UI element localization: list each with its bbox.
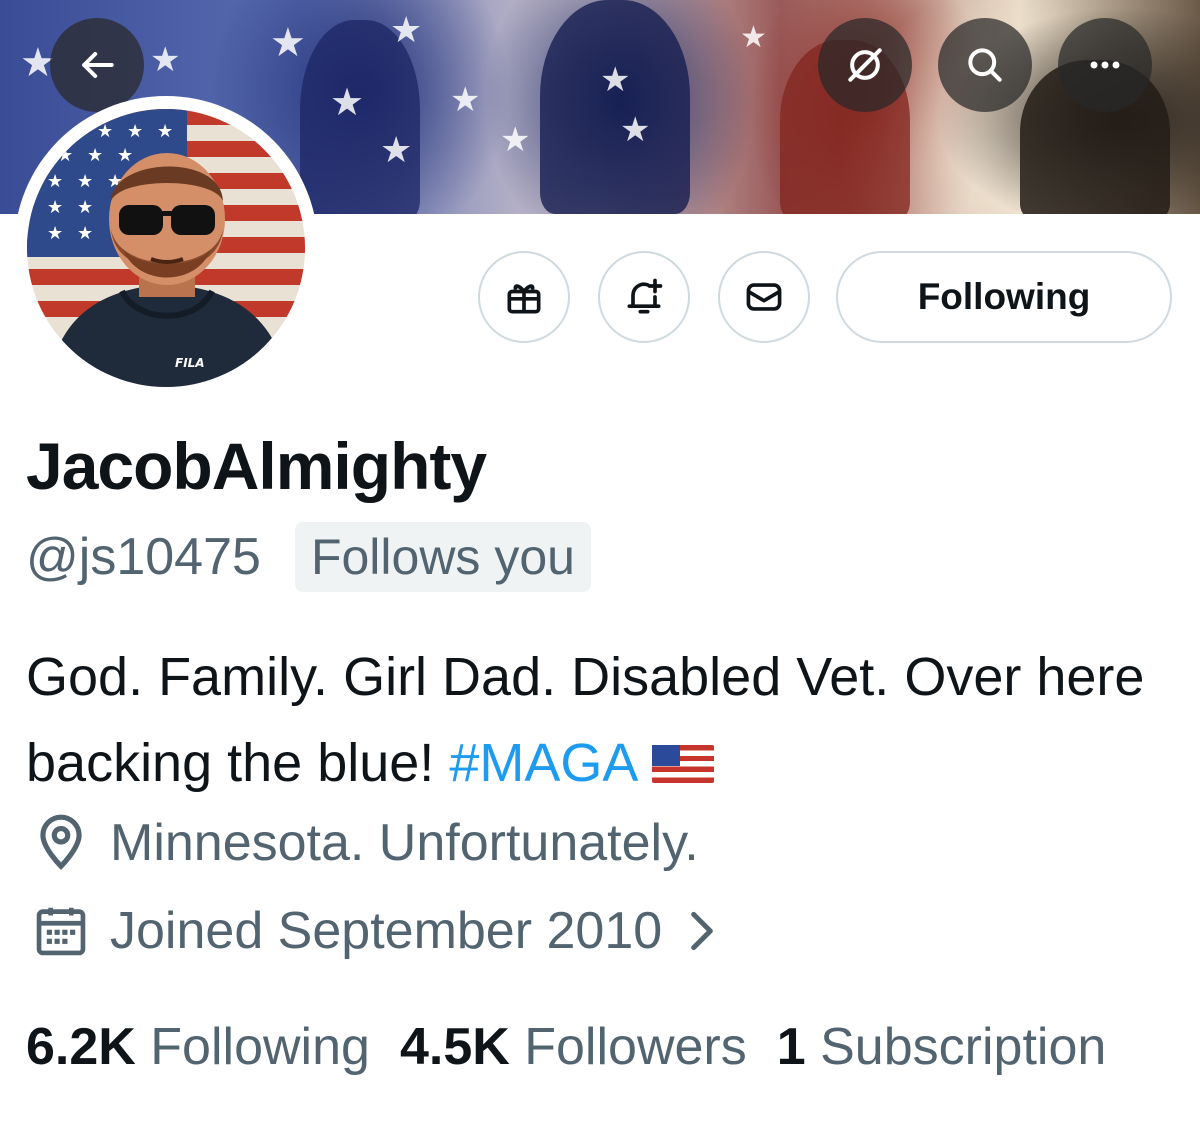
location-text: Minnesota. Unfortunately. <box>110 814 699 872</box>
bell-plus-icon <box>627 278 663 314</box>
svg-text:★: ★ <box>47 223 63 244</box>
grok-button[interactable] <box>818 18 912 112</box>
svg-text:★: ★ <box>87 145 103 166</box>
banner-star: ★ <box>500 120 531 160</box>
svg-text:★: ★ <box>77 171 93 192</box>
chevron-right-icon <box>691 911 714 951</box>
avatar-logo-text: FILA <box>175 356 205 370</box>
svg-text:★: ★ <box>97 121 113 142</box>
message-button[interactable] <box>718 251 810 343</box>
location-pin-icon <box>40 814 82 870</box>
followers-count: 4.5K <box>399 1018 510 1076</box>
more-button[interactable] <box>1058 18 1152 112</box>
svg-text:★: ★ <box>127 121 143 142</box>
following-button[interactable]: Following <box>836 251 1172 343</box>
svg-text:★: ★ <box>47 171 63 192</box>
following-count: 6.2K <box>26 1018 136 1076</box>
svg-text:★: ★ <box>157 121 173 142</box>
bio: God. Family. Girl Dad. Disabled Vet. Ove… <box>26 634 1186 806</box>
followers-label: Followers <box>524 1018 747 1076</box>
search-button[interactable] <box>938 18 1032 112</box>
banner-star: ★ <box>380 130 413 171</box>
subscriptions-label: Subscription <box>820 1018 1107 1076</box>
followers-stat[interactable]: 4.5K Followers <box>400 1018 747 1076</box>
svg-text:★: ★ <box>117 145 133 166</box>
more-horizontal-icon <box>1090 61 1120 69</box>
banner-star: ★ <box>600 60 631 100</box>
hashtag-link[interactable]: #MAGA <box>449 733 638 793</box>
svg-text:★: ★ <box>57 145 73 166</box>
calendar-icon <box>36 907 86 956</box>
banner-star: ★ <box>390 10 423 51</box>
arrow-left-icon <box>82 51 114 79</box>
avatar[interactable]: ★ ★ ★ ★ ★ ★ ★ ★ ★ ★ ★ ★ ★ FILA <box>14 96 318 400</box>
svg-text:★: ★ <box>77 197 93 218</box>
subscriptions-count: 1 <box>776 1018 806 1076</box>
svg-text:★: ★ <box>77 223 93 244</box>
back-button[interactable] <box>50 18 144 112</box>
banner-figure <box>540 0 690 214</box>
joined-row[interactable]: Joined September 2010 <box>30 900 740 962</box>
follows-you-badge: Follows you <box>294 522 591 592</box>
following-stat[interactable]: 6.2K Following <box>26 1018 370 1076</box>
svg-text:★: ★ <box>47 197 63 218</box>
us-flag-emoji <box>652 745 715 783</box>
location-row: Minnesota. Unfortunately. <box>30 812 699 874</box>
search-icon <box>968 48 1002 82</box>
banner-star: ★ <box>620 110 651 150</box>
display-name: JacobAlmighty <box>26 429 487 503</box>
gift-button[interactable] <box>478 251 570 343</box>
banner-star: ★ <box>150 40 181 80</box>
handle-row: @js10475 Follows you <box>26 522 591 592</box>
handle: @js10475 <box>26 528 261 586</box>
following-label: Following <box>150 1018 370 1076</box>
banner-star: ★ <box>740 20 767 55</box>
banner-star: ★ <box>330 80 365 124</box>
banner-star: ★ <box>450 80 481 120</box>
gift-icon <box>507 284 541 314</box>
joined-text: Joined September 2010 <box>110 902 663 960</box>
notifications-button[interactable] <box>598 251 690 343</box>
profile-stats: 6.2K Following 4.5K Followers 1 Subscripti… <box>26 1008 1186 1086</box>
envelope-icon <box>746 283 782 311</box>
avatar-illustration: ★ ★ ★ ★ ★ ★ ★ ★ ★ ★ ★ ★ ★ FILA <box>27 109 305 387</box>
subscriptions-stat[interactable]: 1 Subscription <box>777 1018 1107 1076</box>
avatar-image: ★ ★ ★ ★ ★ ★ ★ ★ ★ ★ ★ ★ ★ FILA <box>27 109 305 387</box>
banner-star: ★ <box>270 20 306 66</box>
grok-icon <box>848 48 882 82</box>
